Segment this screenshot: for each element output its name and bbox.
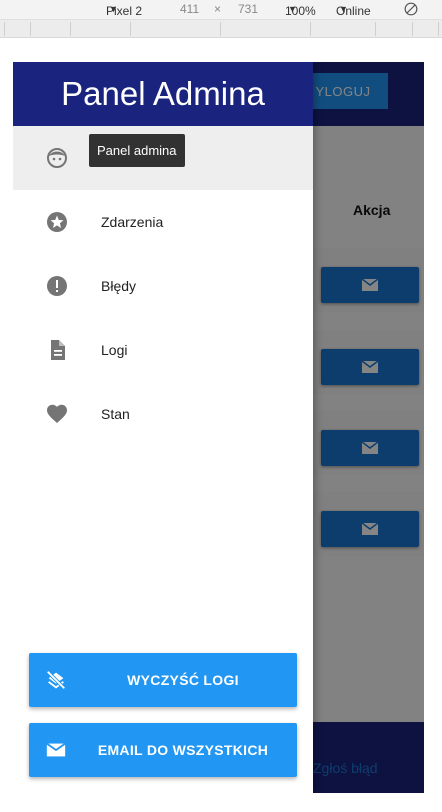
nav-item-events[interactable]: Zdarzenia: [13, 190, 313, 254]
dropdown-arrow-icon: ▼: [109, 4, 118, 14]
nav-item-errors[interactable]: Błędy: [13, 254, 313, 318]
document-icon: [51, 340, 65, 360]
email-all-button[interactable]: EMAIL DO WSZYSTKICH: [29, 723, 297, 777]
navigation-drawer: Panel Admina Zdarzenia Błędy Logi Stan P…: [13, 62, 313, 793]
rotate-icon[interactable]: [404, 2, 418, 16]
error-icon: [47, 276, 67, 296]
nav-item-label: Zdarzenia: [101, 214, 164, 230]
nav-item-label: Błędy: [101, 278, 137, 294]
heart-icon: [47, 404, 67, 423]
clear-logs-button[interactable]: WYCZYŚĆ LOGI: [29, 653, 297, 707]
nav-item-logs[interactable]: Logi: [13, 318, 313, 382]
nav-item-status[interactable]: Stan: [13, 382, 313, 446]
devtools-toolbar: Pixel 2 ▼ 411 × 731 100% ▼ Online ▼: [0, 0, 442, 20]
email-all-label: EMAIL DO WSZYSTKICH: [97, 742, 269, 758]
dropdown-arrow-icon: ▼: [288, 4, 297, 14]
dropdown-arrow-icon: ▼: [339, 4, 348, 14]
media-query-ruler: [0, 20, 442, 38]
nav-item-label: Logi: [101, 342, 128, 358]
device-viewport: YLOGUJ Akcja Zgłoś błąd Panel Admina Zda…: [13, 62, 424, 793]
drawer-title: Panel Admina: [13, 62, 313, 126]
times-sign: ×: [214, 2, 222, 16]
tooltip: Panel admina: [89, 134, 185, 167]
width-field[interactable]: 411: [180, 2, 199, 16]
clear-logs-label: WYCZYŚĆ LOGI: [127, 672, 239, 688]
face-icon: [47, 148, 67, 168]
star-icon: [47, 212, 67, 232]
layers-clear-icon: [46, 670, 66, 690]
mail-icon: [46, 742, 66, 757]
nav-item-label: Stan: [101, 406, 130, 422]
height-field[interactable]: 731: [238, 2, 258, 16]
